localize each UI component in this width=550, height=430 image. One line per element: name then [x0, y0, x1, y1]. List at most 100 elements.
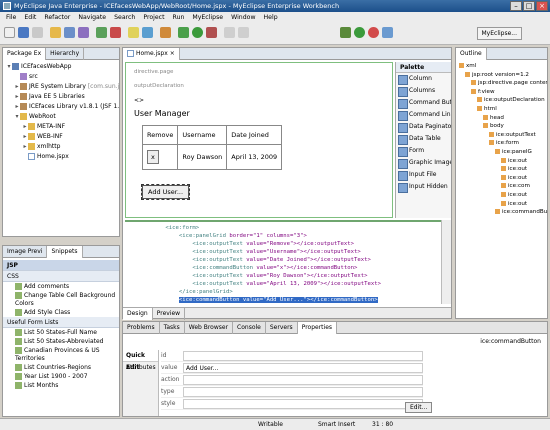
outline-item[interactable]: ice:outputDeclaration: [456, 96, 547, 105]
outline-item[interactable]: ice:out: [456, 157, 547, 166]
source-editor[interactable]: <ice:form> <ice:panelGrid border="1" col…: [125, 220, 441, 304]
menu-window[interactable]: Window: [231, 12, 255, 23]
remove-row-button[interactable]: x: [147, 150, 159, 164]
snippet-item[interactable]: Change Table Cell Background Colors: [3, 292, 119, 308]
minimize-button[interactable]: –: [510, 1, 522, 11]
outline-item[interactable]: xml: [456, 62, 547, 71]
snippet-item[interactable]: Add Style Class: [3, 309, 119, 317]
menu-edit[interactable]: Edit: [24, 12, 36, 23]
directive-page[interactable]: directive.page: [134, 69, 173, 75]
code-line[interactable]: <ice:outputText value="Date Joined"></ic…: [125, 256, 441, 264]
outline-item[interactable]: ice:out: [456, 191, 547, 200]
tree-item[interactable]: ▾ ICEfacesWebApp: [3, 62, 119, 72]
snippet-item[interactable]: Add comments: [3, 283, 119, 291]
outline-item[interactable]: ice:form: [456, 139, 547, 148]
tab-servers[interactable]: Servers: [266, 322, 298, 334]
search-icon[interactable]: [160, 27, 171, 38]
tab-problems[interactable]: Problems: [123, 322, 160, 334]
outline-item[interactable]: body: [456, 122, 547, 131]
tab-home-jspx[interactable]: Home.jspx ×: [123, 48, 180, 60]
stop-icon[interactable]: [368, 27, 379, 38]
menu-project[interactable]: Project: [143, 12, 164, 23]
tab-outline[interactable]: Outline: [456, 48, 487, 60]
property-value-field[interactable]: [183, 351, 423, 361]
stop-server-icon[interactable]: [110, 27, 121, 38]
highlighted-line[interactable]: <ice:commandButton value="Add User..."><…: [178, 297, 378, 303]
palette-item[interactable]: Command Link: [396, 109, 451, 121]
new-package-icon[interactable]: [128, 27, 139, 38]
palette-item[interactable]: Form: [396, 145, 451, 157]
close-button[interactable]: ×: [536, 1, 548, 11]
snippet-item[interactable]: List 50 States-Full Name: [3, 329, 119, 337]
code-scrollbar[interactable]: [441, 220, 451, 304]
tree-item[interactable]: ▾ WebRoot: [3, 112, 119, 122]
snippet-category[interactable]: JSP: [3, 260, 119, 271]
deploy-icon[interactable]: [64, 27, 75, 38]
tab-web-browser[interactable]: Web Browser: [185, 322, 234, 334]
outline-item[interactable]: ice:out: [456, 165, 547, 174]
tree-item[interactable]: ▸ WEB-INF: [3, 132, 119, 142]
open-project-icon[interactable]: [50, 27, 61, 38]
external-tools-icon[interactable]: [206, 27, 217, 38]
code-line[interactable]: <ice:outputText value="Remove"></ice:out…: [125, 240, 441, 248]
print-icon[interactable]: [32, 27, 43, 38]
snippet-item[interactable]: List 50 States-Abbreviated: [3, 338, 119, 346]
run-server-icon[interactable]: [96, 27, 107, 38]
palette-item[interactable]: Column: [396, 73, 451, 85]
tab-package-explorer[interactable]: Package Ex: [3, 48, 47, 60]
outline-item[interactable]: f:view: [456, 88, 547, 97]
outline-item[interactable]: ice:panelG: [456, 148, 547, 157]
new-class-icon[interactable]: [142, 27, 153, 38]
browser-icon[interactable]: [382, 27, 393, 38]
save-icon[interactable]: [18, 27, 29, 38]
tab-quick-edit[interactable]: Quick Edit: [123, 350, 158, 371]
tab-console[interactable]: Console: [233, 322, 266, 334]
menu-search[interactable]: Search: [114, 12, 135, 23]
tab-snippets[interactable]: Snippets: [47, 246, 83, 258]
back-icon[interactable]: [224, 27, 235, 38]
new-icon[interactable]: [4, 27, 15, 38]
add-user-button[interactable]: Add User...: [140, 184, 191, 200]
tab-image-preview[interactable]: Image Previ: [3, 246, 48, 258]
code-line[interactable]: <ice:outputText value="Roy Dawson"></ice…: [125, 272, 441, 280]
code-line[interactable]: <ice:panelGrid border="1" columns="3">: [125, 232, 441, 240]
tree-item[interactable]: ▸ Java EE 5 Libraries: [3, 92, 119, 102]
palette-item[interactable]: Input File: [396, 169, 451, 181]
menu-myeclipse[interactable]: MyEclipse: [192, 12, 223, 23]
outline-item[interactable]: html: [456, 105, 547, 114]
snippet-item[interactable]: Canadian Provinces & US Territories: [3, 347, 119, 363]
tree-item[interactable]: ▸JRE System Library [com.sun.java: [3, 82, 119, 92]
property-value-field[interactable]: Add User...: [183, 363, 423, 373]
menu-run[interactable]: Run: [173, 12, 185, 23]
tab-preview[interactable]: Preview: [153, 308, 186, 320]
server-icon[interactable]: [78, 27, 89, 38]
outline-item[interactable]: ice:outputText: [456, 131, 547, 140]
tree-item[interactable]: ▸ ICEfaces Library v1.8.1 (JSF 1.2): [3, 102, 119, 112]
snippet-section-header[interactable]: Useful Form Lists: [3, 317, 119, 328]
snippet-item[interactable]: List Countries-Regions: [3, 364, 119, 372]
tree-item[interactable]: ▸ META-INF: [3, 122, 119, 132]
sync-icon[interactable]: [340, 27, 351, 38]
palette-item[interactable]: Graphic Image: [396, 157, 451, 169]
perspective-switcher[interactable]: MyEclipse...: [476, 27, 522, 40]
snippet-section-header[interactable]: CSS: [3, 271, 119, 282]
menu-file[interactable]: File: [6, 12, 16, 23]
tree-item[interactable]: ▸ xmlhttp: [3, 142, 119, 152]
property-value-field[interactable]: [183, 387, 423, 397]
edit-button[interactable]: Edit...: [405, 402, 433, 413]
output-declaration[interactable]: outputDeclaration: [134, 83, 184, 89]
palette-item[interactable]: Data Paginator: [396, 121, 451, 133]
palette-item[interactable]: Columns: [396, 85, 451, 97]
palette-item[interactable]: Input Hidden: [396, 181, 451, 193]
debug-icon[interactable]: [178, 27, 189, 38]
forward-icon[interactable]: [238, 27, 249, 38]
tree-item[interactable]: Home.jspx: [3, 152, 119, 162]
outline-item[interactable]: head: [456, 114, 547, 123]
property-value-field[interactable]: [183, 399, 423, 409]
code-line[interactable]: <ice:outputText value="April 13, 2009"><…: [125, 280, 441, 288]
outline-item[interactable]: ice:out: [456, 200, 547, 209]
property-value-field[interactable]: [183, 375, 423, 385]
outline-item[interactable]: ice:commandButton: [456, 208, 547, 217]
tab-tasks[interactable]: Tasks: [160, 322, 185, 334]
outline-item[interactable]: jsp:root version=1.2: [456, 71, 547, 80]
